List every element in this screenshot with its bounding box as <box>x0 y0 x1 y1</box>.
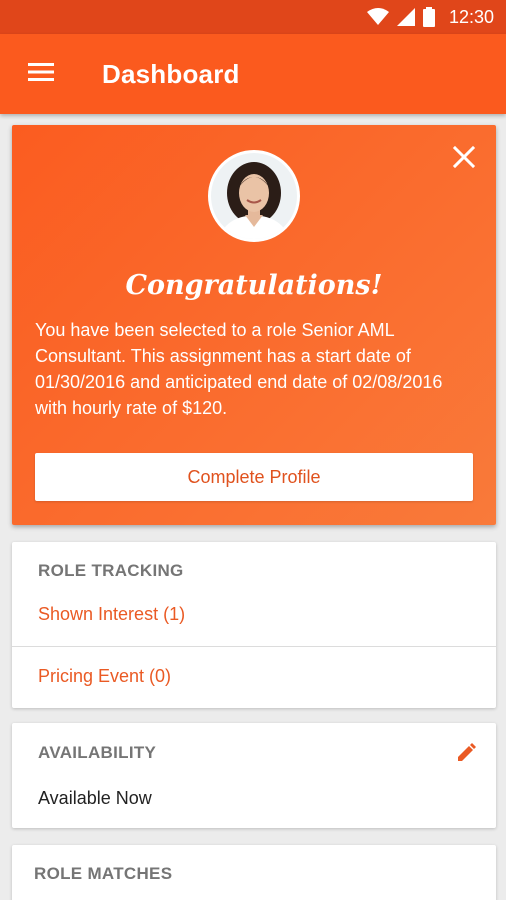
availability-card: AVAILABILITY Available Now <box>12 723 496 828</box>
edit-availability-button[interactable] <box>456 743 476 763</box>
wifi-icon <box>366 8 389 26</box>
avatar <box>208 150 300 242</box>
shown-interest-link[interactable]: Shown Interest (1) <box>38 604 185 625</box>
status-bar: 12:30 <box>0 0 506 34</box>
assignment-message: You have been selected to a role Senior … <box>35 320 443 418</box>
hamburger-menu-icon <box>28 62 54 86</box>
battery-icon <box>422 7 435 27</box>
close-icon <box>450 145 478 175</box>
availability-status: Available Now <box>38 788 152 808</box>
menu-button[interactable] <box>0 34 82 114</box>
status-time: 12:30 <box>448 6 494 27</box>
complete-profile-button[interactable]: Complete Profile <box>35 453 473 501</box>
pencil-icon <box>456 743 476 767</box>
app-bar: Dashboard <box>0 34 506 114</box>
pricing-event-link[interactable]: Pricing Event (0) <box>38 666 171 687</box>
congratulations-card: Congratulations! You have been selected … <box>12 125 496 525</box>
congratulations-title: Congratulations! <box>125 270 383 301</box>
divider <box>12 646 496 647</box>
availability-header: AVAILABILITY <box>38 743 157 762</box>
role-matches-header: ROLE MATCHES <box>34 864 173 883</box>
close-button[interactable] <box>450 143 478 171</box>
signal-icon <box>396 8 415 26</box>
role-matches-card: ROLE MATCHES <box>12 845 496 900</box>
role-tracking-header: ROLE TRACKING <box>38 561 184 580</box>
profile-photo <box>211 153 297 239</box>
page-title: Dashboard <box>102 58 240 89</box>
role-tracking-card: ROLE TRACKING Shown Interest (1) Pricing… <box>12 542 496 708</box>
